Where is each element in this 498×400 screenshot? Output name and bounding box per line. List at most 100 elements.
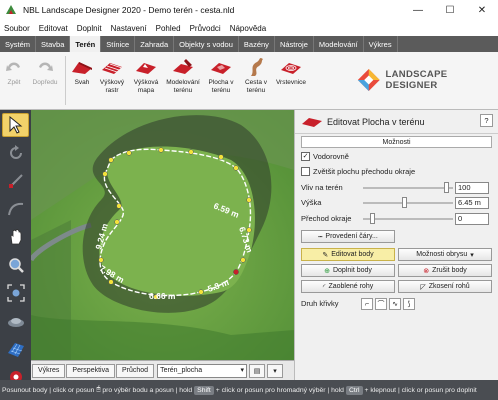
zoom-extents-tool[interactable] [2, 281, 29, 305]
tab-vykres-view[interactable]: Výkres [32, 363, 66, 378]
maximize-button[interactable]: ☐ [434, 0, 466, 20]
contours-label: Vrstevnice [275, 79, 307, 86]
transition-label: Přechod okraje [301, 214, 352, 223]
tab-teren[interactable]: Terén [70, 36, 102, 52]
cursor-icon [9, 116, 22, 134]
enlarge-checkbox-row[interactable]: Zvětšit plochu přechodu okraje [301, 167, 415, 176]
object-select[interactable]: Terén_plocha ▾ [157, 363, 248, 378]
tab-stinice[interactable]: Stínice [101, 36, 136, 52]
transition-slider[interactable] [363, 218, 453, 220]
edit-points-label: Editovat body [331, 251, 374, 258]
outline-options-button[interactable]: Možnosti obrysu ▾ [398, 248, 492, 261]
terrain-scene: 6.59 m 6.73 m 5.8 m 6.66 m 7.98 m 9.24 m [31, 110, 294, 360]
chevron-down-icon: ▾ [273, 367, 277, 375]
scale-icon [8, 174, 23, 188]
panel-title: Editovat Plocha v terénu [327, 116, 425, 127]
influence-slider[interactable] [363, 187, 453, 189]
minimize-button[interactable]: — [402, 0, 434, 20]
terrain-area-button[interactable]: Plocha v terénu [203, 52, 239, 109]
tab-modelovani[interactable]: Modelování [314, 36, 364, 52]
tab-bazeny[interactable]: Bazény [239, 36, 275, 52]
tab-stavba[interactable]: Stavba [36, 36, 71, 52]
influence-row: Vliv na terén 100 [301, 181, 493, 194]
tab-perspektiva-view[interactable]: Perspektiva [66, 363, 115, 378]
tab-system[interactable]: Systém [0, 36, 37, 52]
contours-button[interactable]: Vrstevnice [273, 52, 309, 109]
view-options-button[interactable]: ▾ [267, 363, 284, 378]
height-slider-thumb[interactable] [401, 197, 407, 208]
enlarge-checkbox[interactable] [301, 167, 310, 176]
slope-button[interactable]: Svah [69, 52, 95, 109]
bevel-corner-icon: ◸ [420, 283, 426, 291]
layers-button[interactable]: ▤ [249, 363, 266, 378]
horizontal-checkbox-row[interactable]: ✓ Vodorovně [301, 152, 349, 161]
zoom-tool[interactable] [2, 253, 29, 277]
title-bar: NBL Landscape Designer 2020 - Demo terén… [0, 0, 498, 20]
curve-type-bezier[interactable]: ⟆ [403, 298, 415, 310]
chevron-down-icon: ▾ [240, 366, 245, 374]
curve-type-spline[interactable]: ∿ [389, 298, 401, 310]
curve-type-straight[interactable]: ⌐ [361, 298, 373, 310]
terrain-path-button[interactable]: Cesta v terénu [239, 52, 273, 109]
curve-tool[interactable] [2, 197, 29, 221]
3d-viewport[interactable]: 6.59 m 6.73 m 5.8 m 6.66 m 7.98 m 9.24 m [31, 110, 294, 360]
app-icon [6, 5, 16, 14]
curve-type-label: Druh křivky [301, 299, 339, 308]
options-section-tab[interactable]: Možnosti [301, 136, 492, 148]
horizontal-checkbox[interactable]: ✓ [301, 152, 310, 161]
undo-icon [2, 56, 26, 78]
cancel-points-button[interactable]: ⊗ Zrušit body [398, 264, 492, 277]
menu-editovat[interactable]: Editovat [39, 24, 68, 33]
rotate-tool[interactable] [2, 141, 29, 165]
menu-nastaveni[interactable]: Nastavení [111, 24, 147, 33]
influence-slider-thumb[interactable] [443, 182, 449, 193]
height-input[interactable]: 6.45 m [455, 196, 489, 209]
rotate-icon [9, 145, 22, 159]
tab-zahrada[interactable]: Zahrada [135, 36, 175, 52]
edit-points-button[interactable]: ✎ Editovat body [301, 248, 395, 261]
landscape-designer-logo: LANDSCAPE DESIGNER [356, 58, 492, 102]
menu-pruvodci[interactable]: Průvodci [190, 24, 221, 33]
terrain-modeling-icon [171, 56, 195, 78]
outline-options-label: Možnosti obrysu [416, 251, 468, 258]
tab-pruchod-view[interactable]: Průchod [115, 363, 155, 378]
round-corners-button[interactable]: ◜ Zaoblené rohy [301, 280, 395, 293]
height-raster-button[interactable]: Výškový rastr [95, 52, 129, 109]
menu-doplnit[interactable]: Doplnit [77, 24, 102, 33]
close-button[interactable]: ✕ [466, 0, 498, 20]
menu-pohled[interactable]: Pohled [156, 24, 181, 33]
back-button[interactable]: Zpět [0, 52, 28, 109]
select-tool[interactable] [2, 113, 29, 137]
line-style-icon: ┅ [318, 233, 323, 241]
terrain-modeling-button[interactable]: Modelování terénu [163, 52, 203, 109]
shift-key: Shift [194, 385, 214, 395]
menu-soubor[interactable]: Soubor [4, 24, 30, 33]
transition-input[interactable]: 0 [455, 212, 489, 225]
scale-tool[interactable] [2, 169, 29, 193]
tab-objekty-s-vodou[interactable]: Objekty s vodou [174, 36, 239, 52]
help-button[interactable]: ? [480, 114, 493, 127]
ctrl-key: Ctrl [345, 385, 363, 395]
status-bar: Posunout body | click or posun 🖱 pro výb… [0, 380, 498, 400]
influence-input[interactable]: 100 [455, 181, 489, 194]
forward-button[interactable]: Dopředu [28, 52, 62, 109]
height-map-button[interactable]: Výšková mapa [129, 52, 163, 109]
curve-type-arc[interactable]: ⌒ [375, 298, 387, 310]
contours-icon [279, 56, 303, 78]
line-style-button[interactable]: ┅ Provedení čáry... [301, 230, 395, 243]
height-slider[interactable] [363, 202, 453, 204]
tab-vykres[interactable]: Výkres [364, 36, 398, 52]
tab-nastroje[interactable]: Nástroje [275, 36, 314, 52]
curve-icon [7, 202, 23, 216]
grid-tool[interactable] [2, 337, 29, 361]
pan-tool[interactable] [2, 225, 29, 249]
terrain-area-icon [302, 117, 322, 127]
add-points-button[interactable]: ⊕ Doplnit body [301, 264, 395, 277]
slope-label: Svah [74, 79, 90, 86]
status-text: pro doplnit [445, 386, 477, 394]
menu-napoveda[interactable]: Nápověda [230, 24, 266, 33]
transition-slider-thumb[interactable] [370, 213, 375, 224]
bevel-corners-button[interactable]: ◸ Zkosení rohů [398, 280, 492, 293]
horizontal-label: Vodorovně [313, 152, 349, 161]
orbit-tool[interactable] [2, 309, 29, 333]
